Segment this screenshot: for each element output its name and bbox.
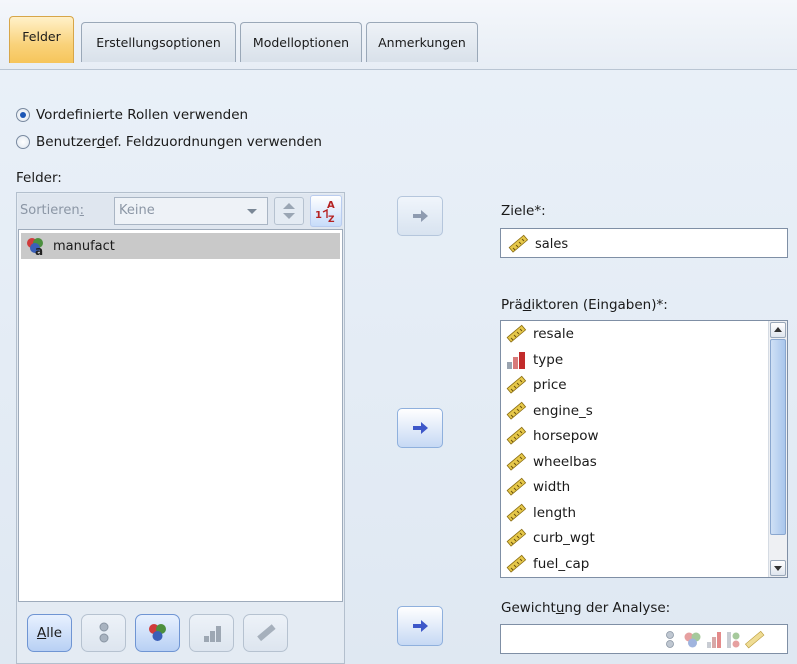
radio-custom-assignments[interactable]: Benutzerdef. Feldzuordnungen verwenden — [16, 134, 322, 150]
scroll-thumb[interactable] — [770, 339, 786, 535]
predictor-name: width — [533, 479, 571, 495]
ordinal-icon — [707, 632, 721, 648]
targets-title: Ziele*: — [501, 203, 546, 219]
tab-felder[interactable]: Felder — [9, 16, 74, 63]
chevron-down-icon — [247, 209, 257, 214]
ruler-icon — [506, 324, 527, 343]
list-item[interactable]: resale — [505, 322, 574, 346]
sort-direction-button[interactable] — [274, 197, 304, 225]
field-name: manufact — [53, 238, 115, 254]
ruler-icon — [506, 477, 527, 496]
nominal-icon: a — [27, 238, 43, 256]
ruler-icon — [506, 554, 527, 573]
ruler-icon — [506, 401, 527, 420]
predictor-name: length — [533, 504, 577, 521]
ruler-icon — [256, 624, 276, 642]
list-item[interactable]: engine_s — [505, 399, 593, 423]
sort-select[interactable]: Keine — [114, 197, 268, 225]
predictors-scrollbar[interactable] — [768, 321, 787, 577]
tab-bar: Felder Erstellungsoptionen Modelloptione… — [0, 0, 797, 70]
chevron-up-icon — [774, 327, 782, 332]
arrow-right-icon — [413, 210, 428, 222]
scroll-down-button[interactable] — [770, 560, 786, 576]
nominal-icon — [148, 624, 166, 641]
predictor-name: price — [533, 377, 567, 393]
list-item[interactable]: width — [505, 475, 570, 499]
svg-text:A: A — [327, 200, 335, 211]
nominal-icon — [684, 632, 701, 648]
radio-button-unchecked[interactable] — [16, 135, 30, 149]
targets-field[interactable]: sales — [500, 228, 788, 258]
list-item[interactable]: length — [505, 501, 576, 525]
sort-select-value: Keine — [119, 203, 155, 218]
list-item[interactable]: a manufact — [21, 233, 340, 259]
tab-erstellungsoptionen[interactable]: Erstellungsoptionen — [81, 22, 236, 62]
chevron-down-icon — [774, 566, 782, 571]
list-item[interactable]: horsepow — [505, 424, 599, 448]
ruler-icon — [506, 452, 527, 471]
sort-updown-icon — [283, 203, 295, 219]
list-item[interactable]: price — [505, 373, 567, 397]
bar-chart-icon — [507, 351, 525, 369]
svg-text:a: a — [35, 244, 43, 256]
target-name: sales — [535, 236, 569, 252]
tab-anmerkungen[interactable]: Anmerkungen — [366, 22, 478, 62]
predictors-listbox[interactable]: resale type price engine_s horsepow wheelbas w… — [500, 320, 788, 578]
predictor-name: resale — [533, 326, 574, 342]
predictors-title: Prädiktoren (Eingaben)*: — [501, 297, 668, 313]
filter-ordinal-button[interactable] — [189, 614, 234, 652]
arrow-right-icon — [413, 620, 428, 632]
radio-button-checked[interactable] — [16, 108, 30, 122]
move-to-predictors-button[interactable] — [397, 408, 443, 448]
ruler-icon — [506, 426, 527, 445]
list-item[interactable]: fuel_cap — [505, 552, 589, 576]
ordinal-icon — [203, 626, 221, 642]
sort-alphabetical-button[interactable]: A 1 Z — [310, 195, 342, 227]
ordinal-icon — [727, 632, 740, 648]
ruler-icon — [744, 630, 765, 649]
target-item[interactable]: sales — [507, 233, 568, 255]
radio-predefined-roles[interactable]: Vordefinierte Rollen verwenden — [16, 107, 248, 123]
filter-continuous-button[interactable] — [243, 614, 288, 652]
weight-field[interactable] — [500, 624, 788, 654]
radio-predefined-label: Vordefinierte Rollen verwenden — [36, 107, 249, 123]
filter-all-button[interactable]: Alle — [27, 614, 72, 652]
filter-flag-button[interactable] — [81, 614, 126, 652]
ruler-icon — [508, 234, 529, 253]
ruler-icon — [506, 375, 527, 394]
weight-title: Gewichtung der Analyse: — [501, 600, 671, 616]
ruler-icon — [506, 528, 527, 547]
predictor-name: type — [533, 351, 564, 368]
tab-modelloptionen[interactable]: Modelloptionen — [240, 22, 362, 62]
radio-custom-label: Benutzerdef. Feldzuordnungen verwenden — [36, 134, 322, 150]
list-item[interactable]: curb_wgt — [505, 526, 595, 550]
list-item[interactable]: type — [505, 348, 563, 372]
fields-listbox[interactable]: a manufact — [18, 229, 343, 602]
sort-az-icon: A 1 Z — [315, 200, 335, 225]
ruler-icon — [506, 503, 527, 522]
sort-row: Sortieren: Keine A 1 Z — [18, 194, 343, 230]
scroll-up-button[interactable] — [770, 322, 786, 338]
predictor-name: curb_wgt — [533, 530, 595, 546]
filter-nominal-button[interactable] — [135, 614, 180, 652]
move-to-weight-button[interactable] — [397, 606, 443, 646]
move-to-targets-button[interactable] — [397, 196, 443, 236]
sort-label: Sortieren: — [20, 203, 84, 218]
predictor-name: engine_s — [533, 402, 593, 419]
flag-icon — [99, 622, 108, 643]
flag-icon — [666, 631, 674, 648]
predictor-name: fuel_cap — [533, 555, 590, 572]
list-item[interactable]: wheelbas — [505, 450, 597, 474]
svg-text:Z: Z — [328, 215, 335, 225]
svg-text:1: 1 — [315, 210, 322, 221]
allowed-measurement-types-icons — [666, 630, 765, 649]
predictor-name: wheelbas — [533, 453, 597, 470]
predictor-name: horsepow — [533, 428, 599, 444]
field-filter-toolbar: Alle — [18, 603, 343, 662]
arrow-right-icon — [413, 422, 428, 434]
fields-title: Felder: — [16, 170, 62, 186]
